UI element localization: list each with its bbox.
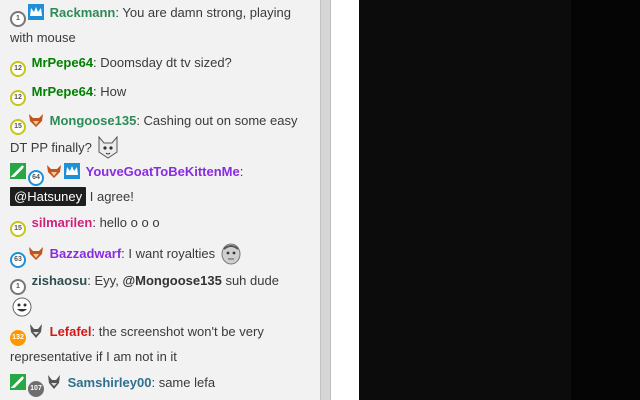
message-text: How (100, 84, 127, 99)
message-text: Eyy, (94, 273, 119, 288)
subscriber-badge[interactable]: 12 (10, 90, 26, 106)
subscriber-badge[interactable]: 107 (28, 381, 44, 397)
crown-icon[interactable] (28, 4, 44, 20)
chat-message: 15 Mongoose135: Cashing out on some easy… (10, 110, 312, 159)
username[interactable]: zishaosu (32, 273, 88, 288)
smiley-face-emote (10, 295, 34, 319)
subscriber-badge[interactable]: 15 (10, 221, 26, 237)
message-text: Doomsday dt tv sized? (100, 55, 232, 70)
message-text: suh dude (225, 273, 279, 288)
crown-icon[interactable] (64, 163, 80, 179)
chat-message: 1 Rackmann: You are damn strong, playing… (10, 4, 292, 45)
chat-message: 63 Bazzadwarf: I want royalties (10, 241, 312, 268)
subscriber-badge[interactable]: 64 (28, 170, 44, 186)
mention[interactable]: @Hatsuney (10, 187, 87, 206)
fox-icon[interactable] (28, 112, 44, 128)
username[interactable]: MrPepe64 (32, 84, 93, 99)
subscriber-badge[interactable]: 63 (10, 252, 26, 268)
message-text: I want royalties (128, 246, 216, 261)
sword-icon[interactable] (10, 163, 26, 179)
message-text: You are damn strong, playing (122, 5, 292, 20)
chat-message: 12 MrPepe64: How (10, 81, 312, 106)
message-text: DT PP finally? (10, 140, 92, 155)
chat-message: 107 Samshirley00: same lefa (10, 372, 312, 397)
username[interactable]: Samshirley00 (68, 375, 152, 390)
kappa-face-emote (219, 241, 243, 265)
subscriber-badge[interactable]: 132 (10, 330, 26, 346)
subscriber-badge[interactable]: 15 (10, 119, 26, 135)
chat-panel: 1 Rackmann: You are damn strong, playing… (0, 0, 320, 400)
username[interactable]: Mongoose135 (50, 113, 137, 128)
cat-face-emote (96, 135, 120, 159)
username[interactable]: Lefafel (50, 324, 92, 339)
chat-message: 12 MrPepe64: Doomsday dt tv sized? (10, 52, 312, 77)
username[interactable]: YouveGoatToBeKittenMe (86, 164, 240, 179)
username[interactable]: Rackmann (50, 5, 116, 20)
username[interactable]: Bazzadwarf (50, 246, 122, 261)
mention[interactable]: @Mongoose135 (122, 273, 221, 288)
subscriber-badge[interactable]: 1 (10, 11, 26, 27)
chat-scrollbar[interactable] (320, 0, 331, 400)
sword-icon[interactable] (10, 374, 26, 390)
fox-icon[interactable] (28, 245, 44, 261)
message-text: same lefa (158, 375, 216, 390)
message-text: I agree! (89, 189, 134, 204)
video-frame-band (571, 0, 640, 400)
message-text: with mouse (10, 30, 76, 45)
username[interactable]: silmarilen (32, 215, 93, 230)
message-text: hello o o o (99, 215, 160, 230)
fox-icon[interactable] (46, 163, 62, 179)
wolf-icon[interactable] (46, 374, 62, 390)
chat-message: 64 YouveGoatToBeKittenMe: @Hatsuney I ag… (10, 161, 312, 208)
chat-message: 1 zishaosu: Eyy, @Mongoose135 suh dude (10, 270, 312, 319)
subscriber-badge[interactable]: 1 (10, 279, 26, 295)
wolf-icon[interactable] (28, 323, 44, 339)
message-text: Cashing out on some easy (143, 113, 298, 128)
username[interactable]: MrPepe64 (32, 55, 93, 70)
video-player[interactable] (359, 0, 640, 400)
message-text: representative if I am not in it (10, 349, 177, 364)
chat-message: 15 silmarilen: hello o o o (10, 212, 312, 237)
subscriber-badge[interactable]: 12 (10, 61, 26, 77)
chat-message: 132 Lefafel: the screenshot won't be ver… (10, 323, 264, 364)
message-text: the screenshot won't be very (98, 324, 264, 339)
